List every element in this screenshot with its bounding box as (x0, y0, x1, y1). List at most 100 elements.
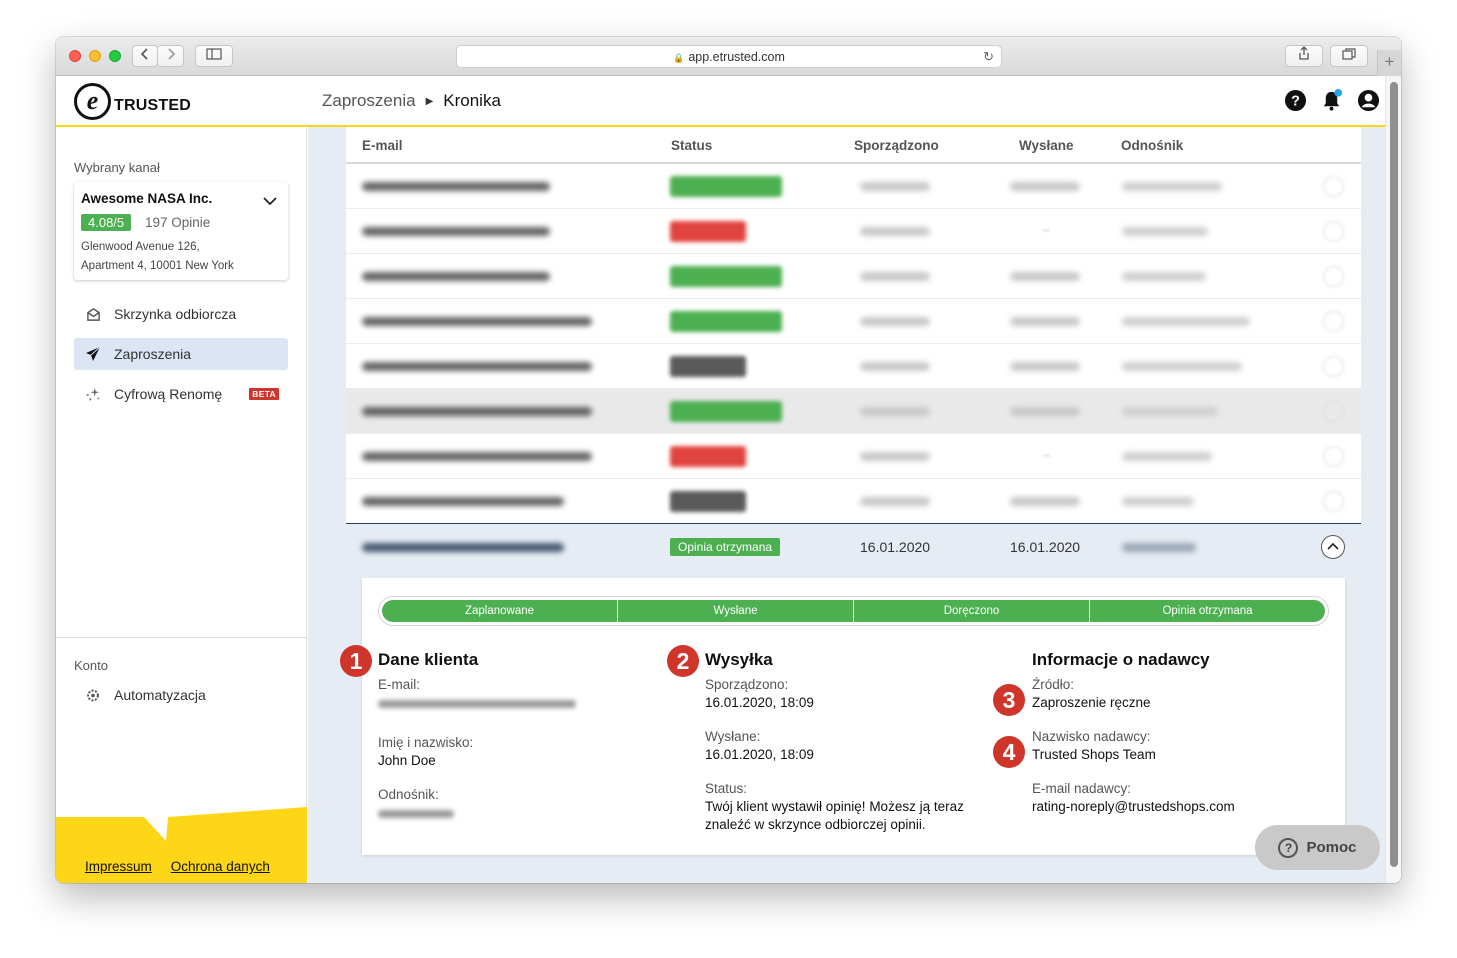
table-row[interactable] (346, 299, 1361, 344)
review-count: 197 Opinie (145, 215, 211, 230)
new-tab-button[interactable]: + (1377, 50, 1401, 76)
status-progress-bar: Zaplanowane Wysłane Doręczono Opinia otr… (378, 596, 1329, 626)
status-text-line-2: znaleźć w skrzynce odbiorczej opinii. (705, 817, 926, 832)
browser-titlebar: 🔒 app.etrusted.com ↻ + (56, 37, 1401, 76)
expand-row-button[interactable] (1323, 491, 1344, 512)
expand-row-button[interactable] (1323, 176, 1344, 197)
tabs-icon (1342, 48, 1356, 60)
blurred-email (362, 407, 592, 416)
user-account-icon[interactable] (1357, 89, 1380, 112)
sidebar-item-inbox[interactable]: Skrzynka odbiorcza (74, 298, 288, 330)
customer-email-label: E-mail: (378, 677, 421, 692)
blurred-sent-date (1010, 497, 1080, 506)
help-icon[interactable]: ? (1284, 89, 1307, 112)
breadcrumb-invitations[interactable]: Zaproszenia (322, 91, 416, 111)
column-created[interactable]: Sporządzono (854, 138, 939, 153)
sender-section-title: Informacje o nadawcy (1032, 650, 1210, 669)
share-button[interactable] (1285, 45, 1323, 67)
column-sent[interactable]: Wysłane (1019, 138, 1074, 153)
blurred-reference (1122, 317, 1250, 326)
svg-text:3: 3 (1003, 687, 1016, 713)
table-row[interactable]: – (346, 434, 1361, 479)
rating-badge: 4.08/5 (81, 214, 132, 231)
etrusted-logo[interactable]: e TRUSTED (74, 82, 191, 120)
forward-button[interactable] (158, 45, 184, 67)
sender-name-label: Nazwisko nadawcy: (1032, 729, 1151, 744)
expand-row-button[interactable] (1323, 446, 1344, 467)
column-status[interactable]: Status (671, 138, 712, 153)
status-badge: Opinia otrzymana (670, 538, 781, 556)
step-review-received: Opinia otrzymana (1090, 600, 1325, 622)
svg-text:4: 4 (1003, 739, 1016, 765)
shipping-section-title: Wysyłka (705, 650, 773, 669)
sent-date: 16.01.2020 (1010, 539, 1081, 555)
blurred-created-date (860, 227, 930, 236)
empty-sent-date: – (1043, 447, 1051, 462)
zoom-window-button[interactable] (109, 50, 121, 62)
sent-label: Wysłane: (705, 729, 761, 744)
expanded-table-row[interactable]: Opinia otrzymana 16.01.2020 16.01.2020 (346, 523, 1361, 569)
status-badge (670, 311, 782, 332)
sidebar-item-invitations[interactable]: Zaproszenia (74, 338, 288, 370)
expand-row-button[interactable] (1323, 221, 1344, 242)
help-button-label: Pomoc (1306, 839, 1357, 856)
notification-bell-icon[interactable] (1320, 89, 1343, 112)
table-row[interactable] (346, 479, 1361, 524)
empty-sent-date: – (1043, 222, 1051, 237)
blurred-reference (1122, 227, 1208, 236)
blurred-email (362, 317, 592, 326)
blurred-email (362, 272, 550, 281)
column-reference[interactable]: Odnośnik (1121, 138, 1183, 153)
blurred-created-date (860, 497, 930, 506)
back-button[interactable] (132, 45, 158, 67)
blurred-sent-date (1010, 407, 1080, 416)
impressum-link[interactable]: Impressum (85, 859, 152, 874)
blurred-customer-reference (378, 810, 454, 818)
browser-window: 🔒 app.etrusted.com ↻ + e TRUSTED Zaprosze… (56, 37, 1401, 883)
page-scrollbar[interactable] (1385, 76, 1401, 883)
minimize-window-button[interactable] (89, 50, 101, 62)
collapse-row-button[interactable] (1321, 535, 1345, 559)
sidebar-toggle-button[interactable] (195, 45, 233, 67)
scrollbar-thumb[interactable] (1390, 82, 1398, 867)
source-label: Źródło: (1032, 677, 1075, 692)
blurred-reference (1122, 407, 1218, 416)
close-window-button[interactable] (69, 50, 81, 62)
expand-row-button[interactable] (1323, 266, 1344, 287)
created-label: Sporządzono: (705, 677, 789, 692)
sidebar-item-automation[interactable]: Automatyzacja (74, 679, 288, 711)
sender-info-section: Informacje o nadawcy Źródło: Zaproszenie… (1032, 650, 1332, 816)
table-row[interactable]: – (346, 209, 1361, 254)
sparkles-icon (85, 386, 101, 402)
table-row[interactable] (346, 164, 1361, 209)
blurred-reference (1122, 362, 1242, 371)
customer-data-section: Dane klienta E-mail: Imię i nazwisko: Jo… (378, 650, 658, 818)
table-row[interactable] (346, 389, 1361, 434)
table-row[interactable] (346, 254, 1361, 299)
status-label: Status: (705, 781, 748, 796)
marker-3-icon: 3 (993, 684, 1025, 716)
lock-icon: 🔒 (673, 53, 685, 63)
chevron-down-icon[interactable] (263, 194, 277, 208)
chevron-right-icon (167, 48, 175, 60)
blurred-reference (1122, 182, 1222, 191)
column-email[interactable]: E-mail (362, 138, 403, 153)
expand-row-button[interactable] (1323, 311, 1344, 332)
invitations-table: E-mail Status Sporządzono Wysłane Odnośn… (346, 127, 1361, 524)
expand-row-button[interactable] (1323, 401, 1344, 422)
tabs-overview-button[interactable] (1330, 45, 1368, 67)
blurred-created-date (860, 407, 930, 416)
blurred-created-date (860, 317, 930, 326)
reload-icon[interactable]: ↻ (983, 46, 994, 68)
sidebar-item-digital-reputation[interactable]: Cyfrową Renomę BETA (74, 378, 288, 410)
blurred-email (362, 497, 564, 506)
help-button[interactable]: ? Pomoc (1255, 825, 1380, 870)
table-body: – – (346, 164, 1361, 524)
logo-text: TRUSTED (114, 97, 191, 114)
created-date: 16.01.2020 (860, 539, 931, 555)
expand-row-button[interactable] (1323, 356, 1344, 377)
privacy-link[interactable]: Ochrona danych (171, 859, 270, 874)
table-row[interactable] (346, 344, 1361, 389)
channel-selector[interactable]: Awesome NASA Inc. 4.08/5 197 Opinie Glen… (74, 182, 288, 280)
address-bar[interactable]: 🔒 app.etrusted.com ↻ (456, 45, 1002, 68)
